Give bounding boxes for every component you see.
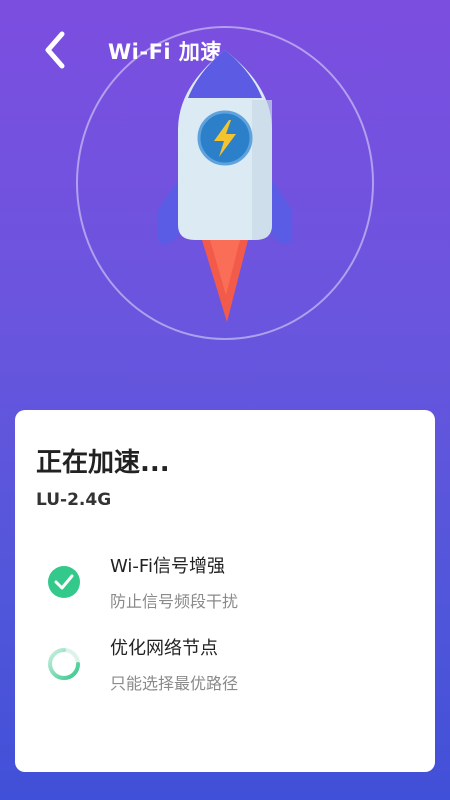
task-title: 优化网络节点 [110, 638, 218, 659]
network-name: LU-2.4G [36, 490, 112, 510]
task-subtitle: 只能选择最优路径 [110, 674, 239, 693]
wifi-boost-screen: Wi-Fi 加速 正在加速... LU-2.4G Wi-Fi信号增强 防止信号频… [0, 0, 450, 800]
chevron-left-icon [45, 31, 65, 69]
task-item-signal: Wi-Fi信号增强 防止信号频段干扰 [15, 550, 435, 620]
task-title: Wi-Fi信号增强 [110, 556, 225, 577]
back-button[interactable] [32, 28, 76, 72]
rocket-icon [158, 50, 292, 322]
boost-status-title: 正在加速... [36, 448, 170, 478]
loading-spinner-icon [48, 648, 80, 680]
task-subtitle: 防止信号频段干扰 [110, 592, 239, 611]
lightning-bolt-icon [197, 110, 253, 166]
task-item-node: 优化网络节点 只能选择最优路径 [15, 632, 435, 702]
check-circle-icon [48, 566, 80, 598]
boost-card: 正在加速... LU-2.4G Wi-Fi信号增强 防止信号频段干扰 优化网络节… [15, 410, 435, 772]
